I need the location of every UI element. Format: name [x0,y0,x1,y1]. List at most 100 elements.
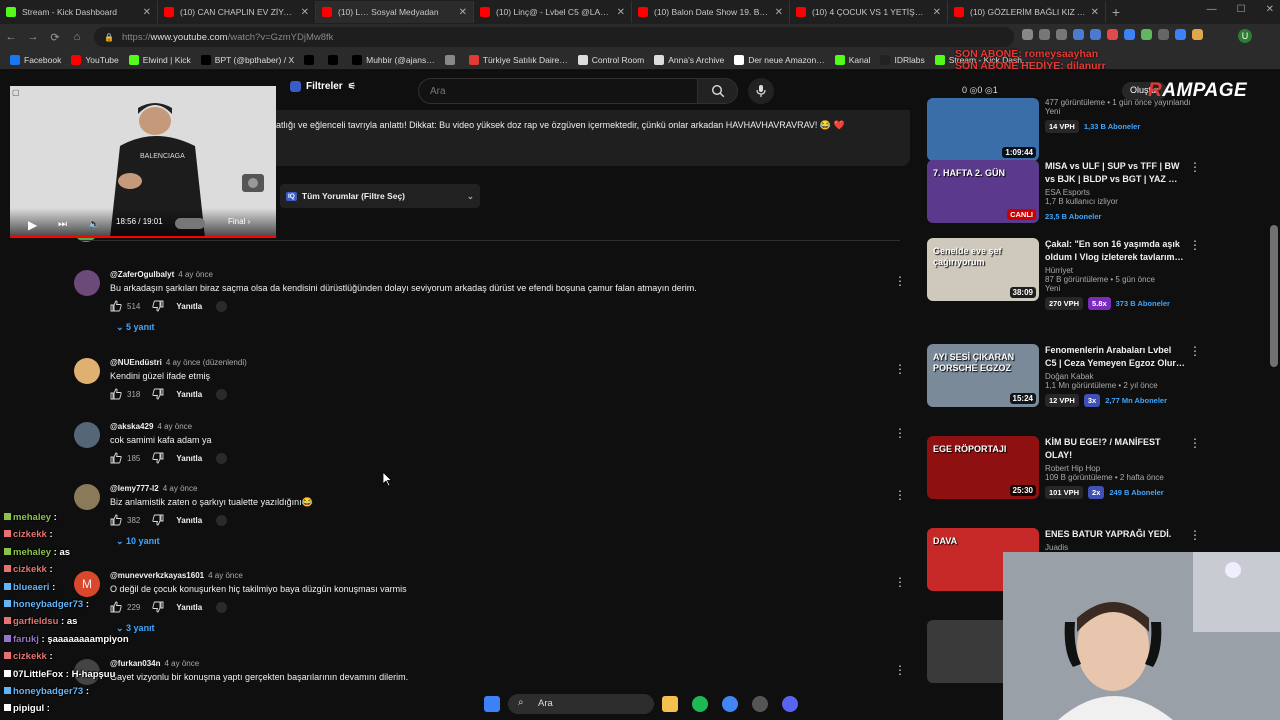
search-button[interactable] [698,78,738,104]
browser-tab[interactable]: (10) 4 ÇOCUK VS 1 YETİŞKİN! ✕ [790,1,948,23]
chat-username[interactable]: mehaley [13,547,51,558]
dislike-icon[interactable] [152,601,164,613]
profile-avatar[interactable]: U [1238,29,1252,43]
comment-time[interactable]: 4 ay önce [163,484,198,493]
more-options-icon[interactable]: ⋮ [1189,344,1201,358]
tab-close-icon[interactable]: ✕ [617,7,625,18]
scrollbar[interactable] [1270,225,1278,367]
chat-username[interactable]: cizkekk [13,564,47,575]
video-title[interactable]: MISA vs ULF | SUP vs TFF | BW vs BJK | B… [1045,160,1185,186]
filters-button[interactable]: Filtreler ⚟ [290,81,356,92]
video-title[interactable]: KİM BU EGE!? / MANİFEST OLAY! [1045,436,1185,462]
comment-time[interactable]: 4 ay önce (düzenlendi) [166,358,247,367]
chat-username[interactable]: 07LittleFox [13,669,63,680]
volume-icon[interactable]: 🔈 [88,219,100,230]
tab-close-icon[interactable]: ✕ [301,7,309,18]
browser-tab[interactable]: (10) Linç@ - Lvbel C5 @LABELC ✕ [474,1,632,23]
progress-bar[interactable] [10,236,276,238]
browser-tab[interactable]: Stream - Kick Dashboard ✕ [0,1,158,23]
star-icon[interactable] [1056,29,1067,40]
comment-author[interactable]: @furkan034n [110,659,160,668]
bookmark-item[interactable]: Der neue Amazon… [734,54,825,65]
reply-button[interactable]: Yanıtla [176,516,202,525]
tab-close-icon[interactable]: ✕ [1091,7,1099,18]
bookmark-item[interactable] [304,54,318,65]
dislike-icon[interactable] [152,452,164,464]
chat-username[interactable]: honeybadger73 [13,599,83,610]
comment-time[interactable]: 4 ay önce [208,571,243,580]
bookmark-item[interactable]: IDRlabs [880,54,925,65]
spotify-icon[interactable] [692,696,708,712]
new-tab-icon[interactable]: + [1106,4,1126,20]
extension-icon[interactable] [1124,29,1135,40]
extension-icon[interactable] [1073,29,1084,40]
bookmark-item[interactable]: Anna's Archive [654,54,724,65]
bookmark-item[interactable]: Muhbir (@ajans… [352,54,435,65]
bookmark-item[interactable] [328,54,342,65]
chat-username[interactable]: blueaeri [13,582,49,593]
chat-username[interactable]: pipigul [13,703,44,714]
tab-close-icon[interactable]: ✕ [143,7,151,18]
comment-time[interactable]: 4 ay önce [157,422,192,431]
mini-player[interactable]: onedio BALENCIAGA ▶ ⏭ 🔈 18:56 / 19:01 Fi… [10,86,276,238]
avatar[interactable] [74,270,100,296]
chat-username[interactable]: garfieldsu [13,616,58,627]
like-icon[interactable] [110,300,122,312]
extension-icon[interactable] [1107,29,1118,40]
extension-icon[interactable] [1192,29,1203,40]
comment-author[interactable]: @akska429 [110,422,153,431]
video-title[interactable]: Çakal: "En son 16 yaşımda aşık oldum I V… [1045,238,1185,264]
like-icon[interactable] [110,452,122,464]
comment-time[interactable]: 4 ay önce [178,270,213,279]
reply-button[interactable]: Yanıtla [176,390,202,399]
video-title[interactable]: Fenomenlerin Arabaları Lvbel C5 | Ceza Y… [1045,344,1185,370]
comment-author[interactable]: @lemy777-l2 [110,484,159,493]
tab-close-icon[interactable]: ✕ [775,7,783,18]
video-thumbnail[interactable]: 7. HAFTA 2. GÜN CANLI [927,160,1039,223]
url-field[interactable]: 🔒 https://www.youtube.com/watch?v=GzmYDj… [94,27,1014,47]
video-thumbnail[interactable]: EGE RÖPORTAJI 25:30 [927,436,1039,499]
more-options-icon[interactable]: ⋮ [894,575,906,589]
bookmark-item[interactable]: YouTube [71,54,119,65]
comment-author[interactable]: @NUEndüstri [110,358,162,367]
play-icon[interactable]: ▶ [28,218,37,232]
video-thumbnail[interactable]: Genelde eve şef çağırıyorum 38:09 [927,238,1039,301]
reload-icon[interactable]: ⟳ [44,31,66,44]
channel-name[interactable]: Doğan Kabak [1045,372,1185,381]
chapter-label[interactable]: Final › [228,217,250,226]
dislike-icon[interactable] [152,388,164,400]
channel-name[interactable]: Hürriyet [1045,266,1185,275]
chat-username[interactable]: mehaley [13,512,51,523]
view-replies-button[interactable]: ⌄ 10 yanıt [116,536,160,547]
reply-button[interactable]: Yanıtla [176,603,202,612]
browser-tab[interactable]: (10) CAN CHAPLIN EV ZİYARETİ ✕ [158,1,316,23]
bookmark-item[interactable]: BPT (@bpthaber) / X [200,54,294,65]
bookmark-item[interactable]: Elwind | Kick [128,54,191,65]
comment-time[interactable]: 4 ay önce [164,659,199,668]
extension-icon[interactable] [1158,29,1169,40]
video-title[interactable]: ENES BATUR YAPRAĞI YEDİ. [1045,528,1185,541]
search-input[interactable]: Ara [418,78,698,104]
window-controls[interactable]: — ☐ ✕ [1207,4,1274,15]
video-thumbnail[interactable]: 1:09:44 [927,98,1039,161]
expand-icon[interactable]: ▢ [12,88,20,97]
dislike-icon[interactable] [152,514,164,526]
more-options-icon[interactable]: ⋮ [1189,160,1201,174]
like-icon[interactable] [110,601,122,613]
more-options-icon[interactable]: ⋮ [894,488,906,502]
view-replies-button[interactable]: ⌄ 3 yanıt [116,623,155,634]
bookmark-item[interactable]: Kanal [834,54,870,65]
like-icon[interactable] [110,388,122,400]
chat-username[interactable]: cizkekk [13,651,47,662]
comment-sort-dropdown[interactable]: IQ Tüm Yorumlar (Filtre Seç) ⌄ [280,184,480,208]
more-options-icon[interactable]: ⋮ [894,426,906,440]
avatar[interactable] [74,358,100,384]
more-options-icon[interactable]: ⋮ [894,362,906,376]
more-options-icon[interactable]: ⋮ [1189,436,1201,450]
share-icon[interactable] [1039,29,1050,40]
avatar[interactable] [74,422,100,448]
like-icon[interactable] [110,514,122,526]
comment-author[interactable]: @ZaferOgulbalyt [110,270,174,279]
video-description[interactable]: atlığı ve eğlenceli tavrıyla anlattı! Di… [270,110,910,166]
browser-tab[interactable]: (10) L… Sosyal Medyadan ✕ [316,1,474,23]
